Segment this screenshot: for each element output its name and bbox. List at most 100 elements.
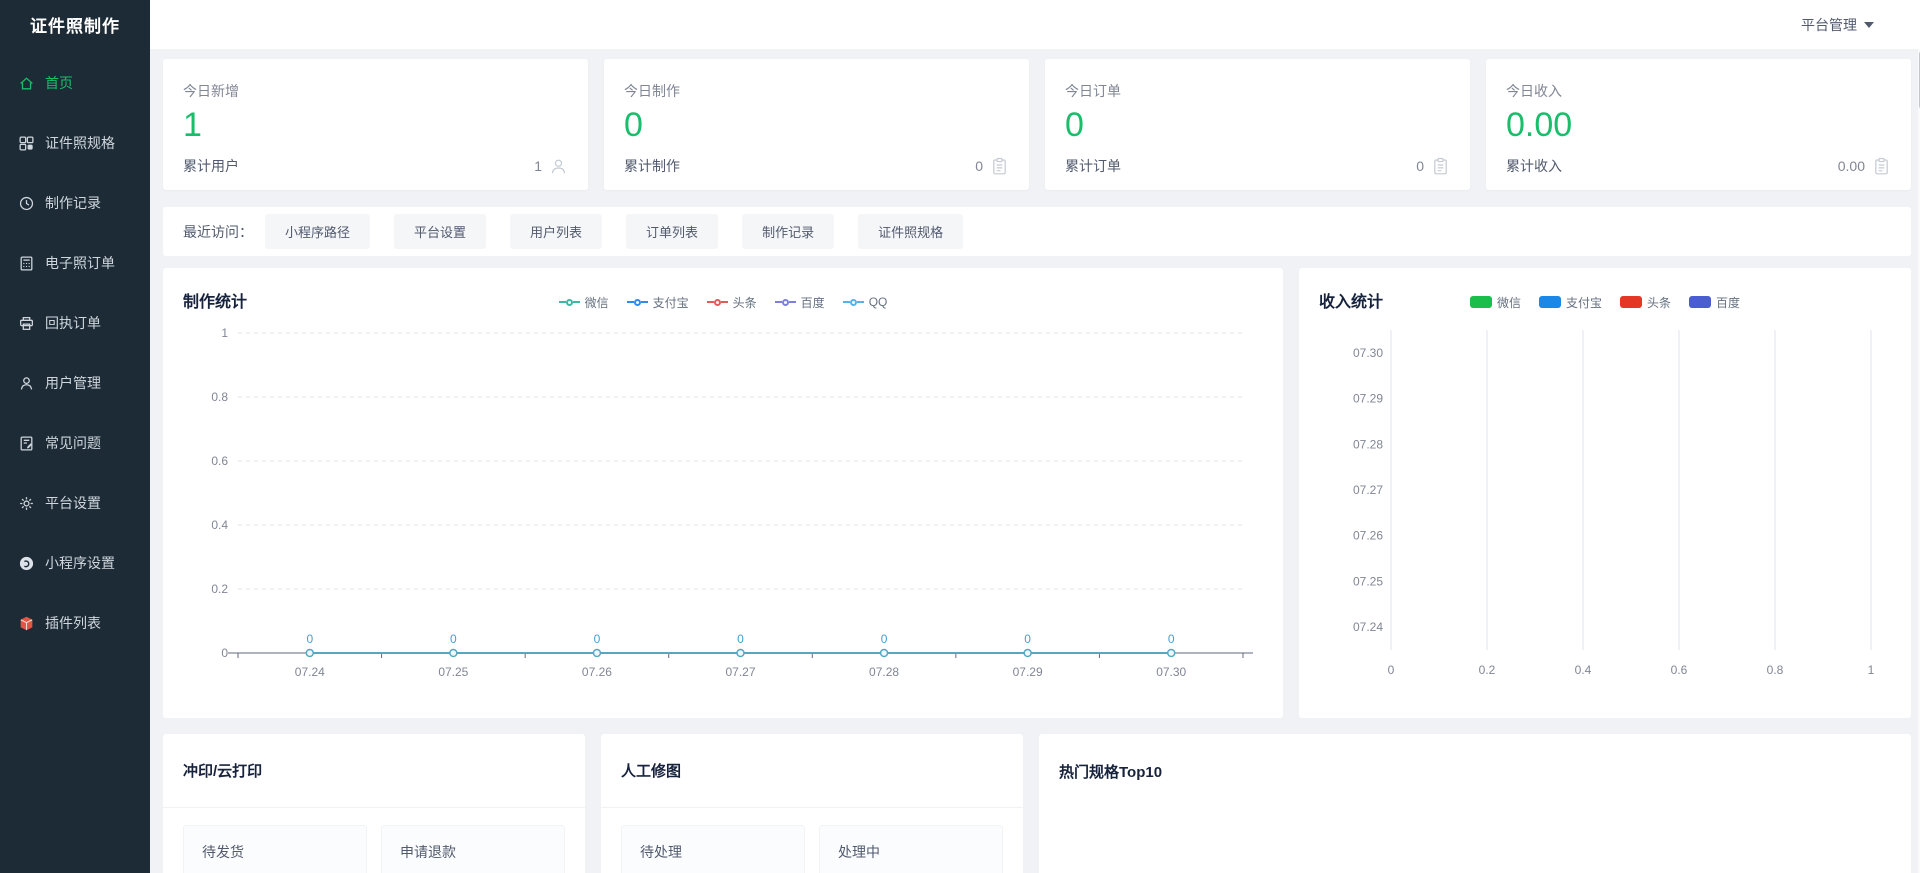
faq-doc-icon bbox=[18, 435, 35, 452]
svg-text:07.30: 07.30 bbox=[1156, 665, 1186, 679]
stat-user-icon bbox=[549, 157, 568, 176]
stat-card-label: 今日制作 bbox=[624, 81, 1009, 101]
svg-text:0.6: 0.6 bbox=[1671, 663, 1688, 677]
legend-label: 百度 bbox=[1716, 294, 1740, 311]
svg-text:07.24: 07.24 bbox=[1353, 620, 1383, 634]
panel-stat-card: 待发货0 bbox=[183, 825, 367, 873]
svg-text:1: 1 bbox=[1868, 663, 1875, 677]
stat-total-label: 累计订单 bbox=[1065, 156, 1121, 176]
spec-grid-icon bbox=[18, 135, 35, 152]
panel-title-row: 人工修图 bbox=[601, 734, 1023, 808]
sidebar-item-receipt-order[interactable]: 回执订单 bbox=[0, 293, 150, 353]
panel-title: 人工修图 bbox=[621, 760, 681, 781]
line-legend-marker bbox=[627, 299, 648, 306]
legend-item-QQ[interactable]: QQ bbox=[843, 295, 888, 309]
stat-card-total-row: 累计订单 0 bbox=[1065, 156, 1450, 176]
recent-link-3[interactable]: 订单列表 bbox=[626, 214, 718, 249]
make-stats-legend: 微信 支付宝 头条 百度 QQ bbox=[559, 294, 888, 311]
panel-stat-card: 处理中0 bbox=[819, 825, 1003, 873]
platform-admin-dropdown[interactable]: 平台管理 bbox=[1801, 15, 1874, 35]
make-stats-chart-head: 制作统计 微信支付宝头条百度QQ bbox=[183, 286, 1263, 318]
recent-link-4[interactable]: 制作记录 bbox=[742, 214, 834, 249]
svg-text:07.28: 07.28 bbox=[869, 665, 899, 679]
svg-text:07.27: 07.27 bbox=[1353, 483, 1383, 497]
bar-legend-marker bbox=[1620, 296, 1642, 308]
sidebar-item-miniprogram[interactable]: 小程序设置 bbox=[0, 533, 150, 593]
stat-card-total-row: 累计用户1 bbox=[183, 156, 568, 176]
svg-text:0: 0 bbox=[221, 646, 228, 660]
svg-text:0.8: 0.8 bbox=[211, 390, 228, 404]
home-icon bbox=[18, 75, 35, 92]
stat-card-0: 今日新增1累计用户1 bbox=[163, 59, 588, 190]
main-area: 平台管理 今日新增1累计用户1今日制作0累计制作0今日订单0累计订单0今日收入0… bbox=[150, 0, 1920, 873]
panel-body: 待发货0申请退款0 bbox=[163, 808, 585, 873]
svg-text:0.8: 0.8 bbox=[1767, 663, 1784, 677]
legend-item-微信[interactable]: 微信 bbox=[559, 294, 609, 311]
sidebar-item-label: 插件列表 bbox=[45, 613, 101, 633]
bottom-panels-row: 冲印/云打印待发货0申请退款0人工修图待处理0处理中0热门规格Top10 bbox=[163, 734, 1911, 873]
svg-text:07.29: 07.29 bbox=[1353, 392, 1383, 406]
svg-text:0: 0 bbox=[306, 632, 313, 646]
legend-item-支付宝[interactable]: 支付宝 bbox=[627, 294, 689, 311]
panel-stat-card: 待处理0 bbox=[621, 825, 805, 873]
stat-card-label: 今日收入 bbox=[1506, 81, 1891, 101]
panel-stat-label: 申请退款 bbox=[400, 842, 546, 862]
sidebar-item-user-mgmt[interactable]: 用户管理 bbox=[0, 353, 150, 413]
svg-text:0: 0 bbox=[450, 632, 457, 646]
recent-link-2[interactable]: 用户列表 bbox=[510, 214, 602, 249]
legend-item-微信[interactable]: 微信 bbox=[1470, 294, 1521, 311]
svg-text:0: 0 bbox=[1168, 632, 1175, 646]
svg-text:0.6: 0.6 bbox=[211, 454, 228, 468]
panel-title: 冲印/云打印 bbox=[183, 760, 262, 781]
sidebar-item-label: 常见问题 bbox=[45, 433, 101, 453]
legend-label: 支付宝 bbox=[653, 294, 689, 311]
stat-card-value: 0.00 bbox=[1506, 107, 1891, 156]
legend-item-支付宝[interactable]: 支付宝 bbox=[1539, 294, 1602, 311]
sidebar-item-photo-spec[interactable]: 证件照规格 bbox=[0, 113, 150, 173]
recent-link-5[interactable]: 证件照规格 bbox=[858, 214, 963, 249]
svg-text:1: 1 bbox=[221, 326, 228, 340]
make-stats-line-chart: 00.20.40.60.8107.2407.2507.2607.2707.280… bbox=[183, 318, 1263, 703]
legend-item-百度[interactable]: 百度 bbox=[775, 294, 825, 311]
stat-total-value: 0 bbox=[975, 158, 983, 174]
legend-item-百度[interactable]: 百度 bbox=[1689, 294, 1740, 311]
stat-card-2: 今日订单 0累计订单 0 bbox=[1045, 59, 1470, 190]
svg-text:07.24: 07.24 bbox=[295, 665, 325, 679]
sidebar-item-home[interactable]: 首页 bbox=[0, 53, 150, 113]
svg-text:0: 0 bbox=[594, 632, 601, 646]
stat-card-3: 今日收入 0.00累计收入0.00 bbox=[1486, 59, 1911, 190]
legend-item-头条[interactable]: 头条 bbox=[1620, 294, 1671, 311]
platform-admin-label: 平台管理 bbox=[1801, 15, 1857, 35]
svg-text:07.27: 07.27 bbox=[725, 665, 755, 679]
recent-link-0[interactable]: 小程序路径 bbox=[265, 214, 370, 249]
stat-total-label: 累计用户 bbox=[183, 156, 239, 176]
sidebar-item-ephoto-order[interactable]: 电子照订单 bbox=[0, 233, 150, 293]
svg-text:07.25: 07.25 bbox=[1353, 574, 1383, 588]
line-legend-marker bbox=[843, 299, 864, 306]
miniprogram-icon bbox=[18, 555, 35, 572]
sidebar-item-plugin-list[interactable]: 插件列表 bbox=[0, 593, 150, 653]
line-legend-marker bbox=[559, 299, 580, 306]
panel-stat-label: 待处理 bbox=[640, 842, 786, 862]
sidebar-item-faq[interactable]: 常见问题 bbox=[0, 413, 150, 473]
stat-total-label: 累计收入 bbox=[1506, 156, 1562, 176]
panel-2: 热门规格Top10 bbox=[1039, 734, 1911, 873]
stat-card-label: 今日新增 bbox=[183, 81, 568, 101]
svg-text:0: 0 bbox=[1024, 632, 1031, 646]
sidebar-item-platform-set[interactable]: 平台设置 bbox=[0, 473, 150, 533]
stat-total-label: 累计制作 bbox=[624, 156, 680, 176]
recent-link-1[interactable]: 平台设置 bbox=[394, 214, 486, 249]
clock-icon bbox=[18, 195, 35, 212]
legend-label: 头条 bbox=[1647, 294, 1671, 311]
legend-label: 微信 bbox=[585, 294, 609, 311]
svg-text:07.30: 07.30 bbox=[1353, 346, 1383, 360]
stat-card-label: 今日订单 bbox=[1065, 81, 1450, 101]
legend-label: 头条 bbox=[733, 294, 757, 311]
recent-visits-label: 最近访问： bbox=[183, 222, 253, 242]
bar-legend-marker bbox=[1539, 296, 1561, 308]
stat-total-value: 0 bbox=[1416, 158, 1424, 174]
panel-body: 待处理0 处理中0 bbox=[601, 808, 1023, 873]
legend-item-头条[interactable]: 头条 bbox=[707, 294, 757, 311]
sidebar-item-make-record[interactable]: 制作记录 bbox=[0, 173, 150, 233]
stat-card-total-row: 累计收入0.00 bbox=[1506, 156, 1891, 176]
